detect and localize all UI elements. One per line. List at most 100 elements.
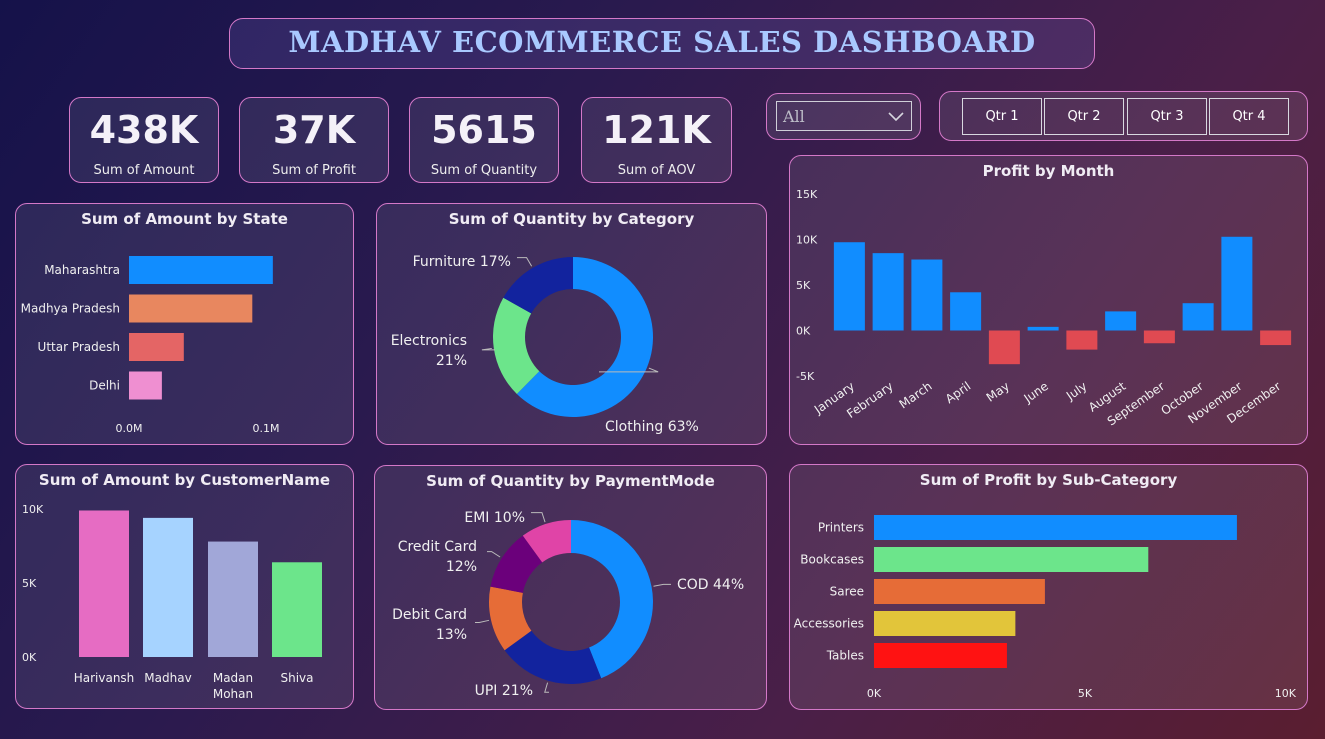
category-label: Madhav [144,671,191,685]
qtr-3-button[interactable]: Qtr 3 [1127,98,1207,135]
bar[interactable] [129,294,253,323]
tick-label: 5K [1078,687,1093,700]
category-label: Accessories [794,617,864,631]
bar[interactable] [874,579,1045,604]
profit-by-month-card: Profit by Month 15K 10K 5K 0K -5K January Febr… [789,155,1308,445]
bar[interactable] [129,371,162,400]
profit-by-month-chart: 15K10K5K0K-5KJanuaryFebruary March April Ma… [796,188,1292,429]
leader-line [653,583,671,587]
quantity-by-category-card: Sum of Quantity by Category Clothing 63%… [376,203,767,445]
category-label: March [897,379,935,411]
amount-by-customer-chart: 10K 5K 0K Harivansh Madhav Madan Mohan Shiva [22,503,322,701]
tick-label: 5K [796,279,811,292]
quantity-by-paymentmode-chart: COD 44% UPI 21% Debit Card 13% Credit Card 12… [392,510,744,699]
bar[interactable] [833,242,865,331]
bar[interactable] [874,611,1016,636]
bar[interactable] [874,547,1149,572]
kpi-value: 121K [602,108,711,152]
bar[interactable] [129,333,184,361]
kpi-value: 5615 [431,108,537,152]
tick-label: 0K [867,687,882,700]
kpi-value: 37K [272,108,356,152]
leader-line [531,512,546,523]
qtr-1-button[interactable]: Qtr 1 [962,98,1042,135]
kpi-card-aov[interactable]: 121K Sum of AOV [581,97,732,183]
category-label: Maharashtra [44,263,120,277]
slice-label: UPI 21% [475,683,533,699]
amount-by-state-card: Sum of Amount by State Maharashtra Madhya… [15,203,354,445]
kpi-card-amount[interactable]: 438K Sum of Amount [69,97,219,183]
bar[interactable] [988,330,1020,365]
bar[interactable] [1143,330,1175,344]
tick-label: 10K [796,234,818,247]
bar[interactable] [1221,236,1253,331]
category-label: Madan Mohan [213,671,253,701]
kpi-value: 438K [89,108,199,152]
kpi-card-quantity[interactable]: 5615 Sum of Quantity [409,97,559,183]
kpi-label: Sum of Profit [272,163,356,178]
bar[interactable] [1182,303,1214,331]
qtr-2-button[interactable]: Qtr 2 [1044,98,1124,135]
tick-label: -5K [796,370,815,383]
bar[interactable] [872,253,904,331]
bar[interactable] [143,517,193,657]
leader-line [487,551,501,558]
bar[interactable] [874,515,1237,540]
tick-label: 10K [1275,687,1297,700]
bar[interactable] [1105,311,1137,331]
bar[interactable] [1260,330,1292,346]
bar[interactable] [1027,326,1059,331]
amount-by-state-chart: Maharashtra Madhya Pradesh Uttar Pradesh De… [21,256,280,435]
bar[interactable] [874,643,1007,668]
state-dropdown-value: All [783,107,805,126]
bar[interactable] [272,562,322,657]
state-dropdown[interactable]: All [776,101,912,131]
category-label: Saree [830,585,864,599]
slice-label: Debit Card 13% [392,607,467,643]
qtr-4-button[interactable]: Qtr 4 [1209,98,1289,135]
slice-label: Credit Card 12% [398,539,477,575]
bar[interactable] [129,256,273,284]
profit-by-subcategory-chart: Printers Bookcases Saree Accessories Tables 0… [794,515,1297,700]
leader-line [517,257,533,267]
tick-label: 0K [22,651,37,664]
bar[interactable] [950,292,982,331]
tick-label: 5K [22,577,37,590]
bar[interactable] [911,259,943,331]
category-label: April [943,379,974,406]
slice-label: Furniture 17% [413,254,511,270]
kpi-card-profit[interactable]: 37K Sum of Profit [239,97,389,183]
kpi-label: Sum of Quantity [430,163,538,178]
bar[interactable] [1066,330,1098,350]
slice-label: COD 44% [677,577,744,593]
category-label: Printers [818,521,864,535]
quantity-by-category-chart: Clothing 63% Electronics 21% Furniture 17% [391,254,699,435]
leader-line [544,682,549,693]
kpi-label: Sum of AOV [617,163,696,178]
leader-line [481,347,495,351]
category-label: Bookcases [800,553,864,567]
quarter-slicer: Qtr 1 Qtr 2 Qtr 3 Qtr 4 [939,91,1308,141]
bar[interactable] [208,541,258,657]
leader-line [475,619,490,624]
category-label: Harivansh [74,671,135,685]
quantity-by-paymentmode-card: Sum of Quantity by PaymentMode COD 44% UP… [374,465,767,710]
category-label: July [1063,379,1090,403]
state-slicer: All [766,93,921,140]
tick-label: 0K [796,325,811,338]
category-label: Madhya Pradesh [21,302,120,316]
tick-label: 0.1M [253,422,280,435]
tick-label: 15K [796,188,818,201]
category-label: Delhi [89,379,120,393]
bar[interactable] [79,510,129,657]
title-bar: MADHAV ECOMMERCE SALES DASHBOARD [229,18,1095,69]
amount-by-customer-card: Sum of Amount by CustomerName 10K 5K 0K Har… [15,464,354,709]
slice-label: Electronics 21% [391,333,467,369]
category-label: Tables [826,649,864,663]
slice-label: EMI 10% [464,510,525,526]
slice-label: Clothing 63% [605,419,699,435]
profit-by-subcategory-card: Sum of Profit by Sub-Category Printers Bo… [789,464,1308,710]
category-label: May [984,379,1012,405]
category-label: Shiva [280,671,313,685]
tick-label: 0.0M [116,422,143,435]
